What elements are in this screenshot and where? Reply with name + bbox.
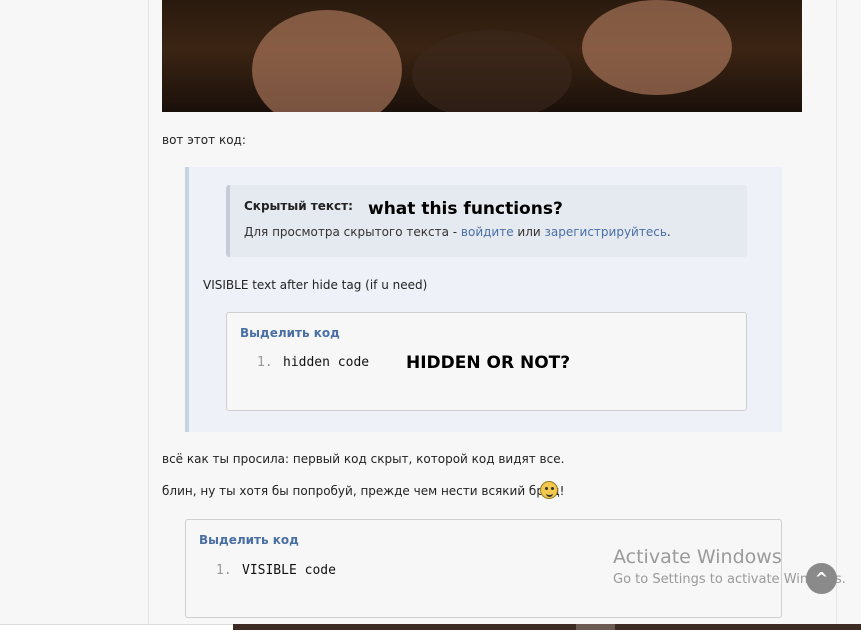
select-code-link[interactable]: Выделить код	[240, 326, 340, 340]
hidden-note-prefix: Для просмотра скрытого текста -	[244, 225, 461, 239]
hidden-text-title: Скрытый текст:	[244, 199, 353, 213]
visible-after-text: VISIBLE text after hide tag (if u need)	[203, 278, 428, 292]
bottom-video-strip	[233, 624, 861, 630]
code-line-2: VISIBLE code	[242, 563, 336, 578]
register-link[interactable]: зарегистрируйтесь	[545, 225, 667, 239]
post-image	[162, 0, 802, 112]
intro-text: вот этот код:	[162, 133, 246, 147]
smiley-emoji-icon	[540, 481, 558, 499]
code-line-number: 1.	[257, 355, 273, 370]
login-link[interactable]: войдите	[461, 225, 514, 239]
reply-line-1: всё как ты просила: первый код скрыт, ко…	[162, 452, 565, 466]
hidden-overlay-caption: what this functions?	[368, 199, 563, 219]
hidden-note-suffix: .	[666, 225, 671, 239]
reply-line-2: блин, ну ты хотя бы попробуй, прежде чем…	[162, 484, 565, 498]
content-right-border	[836, 0, 837, 624]
video-segment	[576, 624, 615, 630]
code-overlay-caption: HIDDEN OR NOT?	[406, 353, 571, 373]
code-line: hidden code	[283, 355, 370, 370]
hidden-text-note: Для просмотра скрытого текста - войдите …	[244, 225, 671, 239]
sidebar-strip	[0, 0, 149, 624]
outer-code-box: Выделить код 1. VISIBLE code	[185, 519, 782, 618]
hidden-text-box: Скрытый текст: what this functions? Для …	[226, 185, 747, 257]
select-code-link-2[interactable]: Выделить код	[199, 533, 299, 547]
chevron-up-icon[interactable]: ^	[806, 563, 837, 594]
activate-windows-title: Activate Windows	[613, 546, 782, 568]
inner-code-box: Выделить код 1. hidden code HIDDEN OR NO…	[226, 312, 747, 411]
code-line-number-2: 1.	[216, 563, 232, 578]
hidden-note-or: или	[513, 225, 545, 239]
